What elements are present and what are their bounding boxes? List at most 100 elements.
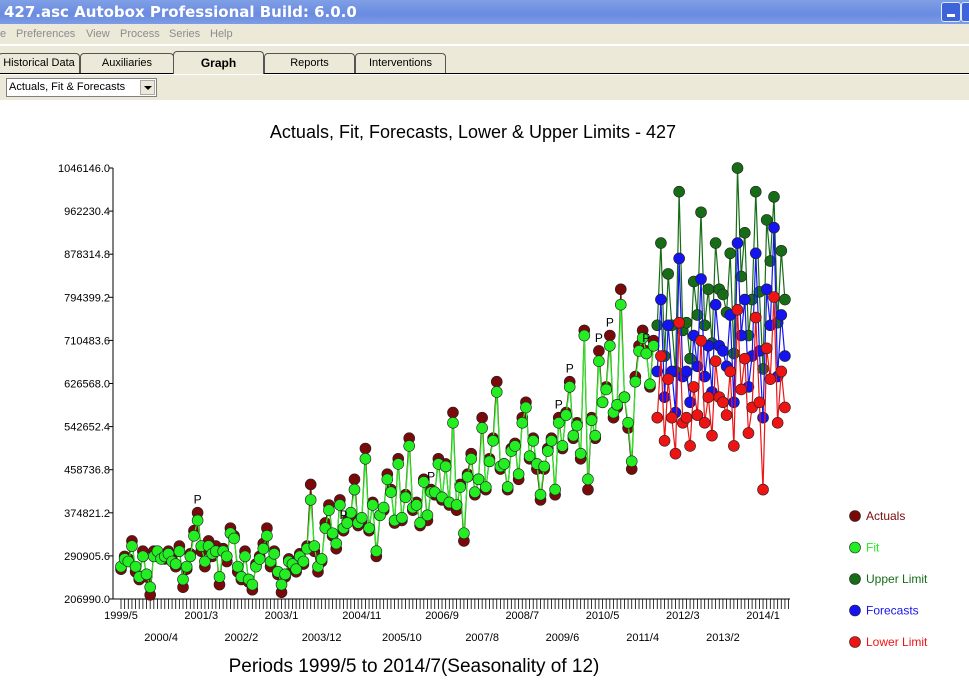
fit-point	[534, 488, 547, 501]
fit-point	[614, 298, 627, 311]
lower-limit-point	[779, 401, 791, 414]
menu-process[interactable]: Process	[120, 24, 160, 45]
fit-point	[498, 458, 510, 470]
upper-limit-point	[779, 293, 791, 306]
tab-reports[interactable]: Reports	[264, 53, 355, 73]
menu-series[interactable]: Series	[169, 24, 200, 45]
fit-point	[330, 537, 343, 550]
x-tick-label: 2008/7	[505, 610, 539, 622]
fit-point	[253, 553, 266, 565]
x-tick-label: 2003/12	[302, 632, 342, 644]
x-tick-label: 2014/1	[746, 610, 780, 622]
fit-point	[509, 440, 521, 452]
lower-limit-point	[673, 316, 685, 329]
tab-graph[interactable]: Graph	[173, 51, 264, 74]
lower-limit-point	[666, 411, 678, 424]
fit-point	[563, 381, 576, 393]
pulse-annotation: P	[194, 493, 202, 507]
fit-point	[275, 578, 288, 591]
actuals-point	[304, 478, 317, 491]
upper-limit-point	[749, 185, 762, 198]
fit-point	[447, 417, 459, 429]
fit-point	[385, 486, 397, 498]
fit-point	[538, 460, 550, 473]
x-tick-label: 2005/10	[382, 632, 422, 644]
fit-point	[403, 440, 415, 452]
tab-auxiliaries[interactable]: Auxiliaries	[80, 53, 174, 73]
fit-point	[542, 445, 554, 457]
upper-limit-point	[651, 319, 664, 332]
y-tick-label: 458736.8	[64, 465, 110, 477]
y-tick-label: 794399.2	[64, 292, 110, 304]
actuals-point	[348, 473, 361, 486]
forecasts-point	[731, 237, 744, 249]
upper-limit-point	[695, 206, 707, 219]
fit-point	[140, 568, 153, 581]
fit-point	[220, 550, 233, 563]
lower-limit-point	[680, 411, 693, 424]
x-tick-label: 2006/9	[425, 610, 459, 622]
lower-limit-point	[702, 391, 715, 403]
fit-point	[246, 578, 259, 591]
lower-limit-point	[658, 435, 671, 447]
fit-point	[585, 414, 598, 427]
menu-preferences[interactable]: Preferences	[16, 24, 75, 45]
pulse-annotation: P	[606, 316, 614, 330]
fit-point	[574, 447, 587, 460]
fit-point	[177, 573, 189, 586]
chevron-down-icon[interactable]	[140, 80, 155, 95]
forecasts-point	[698, 370, 711, 383]
upper-limit-point	[655, 237, 667, 249]
fit-point	[213, 571, 226, 583]
fit-point	[363, 522, 375, 534]
forecasts-point	[684, 396, 696, 409]
fit-point	[180, 560, 193, 573]
upper-limit-point	[739, 226, 751, 239]
fit-point	[304, 494, 317, 506]
lower-limit-point	[695, 334, 707, 347]
forecasts-point	[662, 319, 675, 332]
minimize-button[interactable]	[941, 2, 961, 22]
forecast-chart: Actuals, Fit, Forecasts, Lower & Upper L…	[58, 122, 928, 677]
lower-limit-point	[724, 365, 737, 378]
x-tick-label: 2003/1	[265, 610, 299, 622]
menu-file[interactable]: e	[0, 24, 6, 45]
tab-bar: Historical Data Auxiliaries Graph Report…	[0, 46, 969, 100]
lower-limit-point	[764, 373, 777, 385]
lower-limit-point	[742, 427, 755, 439]
upper-limit-point	[728, 347, 740, 360]
upper-limit-point	[731, 162, 744, 174]
graph-type-select[interactable]: Actuals, Fit & Forecasts	[6, 78, 157, 97]
fit-point	[268, 547, 281, 560]
x-tick-label: 1999/5	[104, 610, 138, 622]
lower-limit-point	[768, 291, 780, 303]
legend-forecasts-marker	[849, 604, 861, 617]
forecasts-point	[695, 273, 707, 285]
y-tick-label: 290905.6	[64, 551, 110, 563]
lower-limit-point	[698, 417, 711, 429]
fit-point	[392, 458, 405, 470]
lower-limit-point	[717, 396, 729, 409]
upper-limit-point	[673, 185, 685, 198]
lower-limit-point	[760, 342, 773, 355]
menu-view[interactable]: View	[86, 24, 110, 45]
maximize-button[interactable]	[961, 2, 969, 22]
actuals-point	[604, 329, 616, 342]
tab-interventions[interactable]: Interventions	[355, 53, 446, 73]
fit-point	[169, 558, 182, 570]
y-tick-label: 962230.4	[64, 206, 110, 218]
menu-help[interactable]: Help	[210, 24, 233, 45]
fit-point	[326, 527, 339, 540]
upper-limit-point	[717, 288, 729, 301]
pulse-annotation: P	[427, 470, 435, 484]
forecasts-point	[739, 293, 751, 306]
legend-actuals-label: Actuals	[866, 509, 905, 523]
tab-historical-data[interactable]: Historical Data	[0, 53, 80, 73]
fit-point	[184, 550, 197, 563]
fit-point	[231, 560, 244, 573]
actuals-point	[582, 483, 594, 496]
upper-limit-point	[724, 247, 737, 260]
fit-point	[370, 545, 383, 558]
fit-point	[582, 473, 594, 486]
actuals-point	[593, 345, 605, 357]
